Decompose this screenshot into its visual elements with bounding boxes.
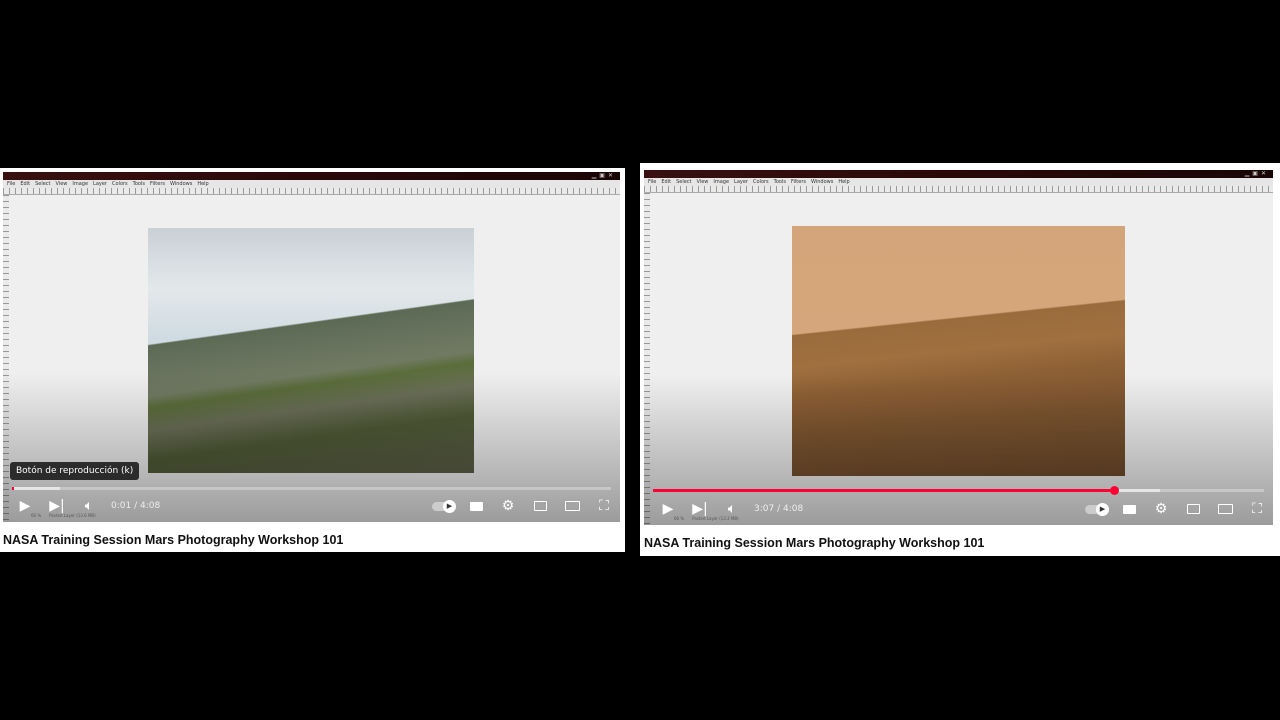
play-button[interactable]: ▶: [652, 497, 684, 521]
settings-icon[interactable]: ⚙: [1145, 497, 1177, 521]
fullscreen-button[interactable]: ⛶: [1241, 497, 1273, 521]
window-buttons: ▁▣✕: [1244, 170, 1269, 177]
menu-item[interactable]: Image: [713, 178, 729, 186]
video-card-right: ▁▣✕ File Edit Select View Image Layer Colors To…: [640, 163, 1280, 556]
time-display: 3:07 / 4:08: [754, 504, 804, 514]
menu-item[interactable]: Colors: [753, 178, 769, 186]
menu-item[interactable]: View: [697, 178, 709, 186]
time-display: 0:01 / 4:08: [111, 501, 161, 511]
progress-bar[interactable]: [653, 486, 1264, 495]
video-player[interactable]: ▁▣✕ File Edit Select View Image Layer Colors To…: [644, 170, 1273, 525]
autoplay-toggle[interactable]: ▶: [432, 499, 456, 513]
video-player[interactable]: ▁▣✕ File Edit Select View Image Layer Colors To…: [3, 172, 620, 522]
menu-item[interactable]: File: [648, 178, 656, 186]
scrubber-handle[interactable]: [1109, 486, 1119, 495]
horizontal-ruler: [3, 188, 620, 195]
menu-item[interactable]: Colors: [112, 180, 128, 188]
horizontal-ruler: [644, 186, 1273, 193]
menu-item[interactable]: View: [56, 180, 68, 188]
video-card-left: ▁▣✕ File Edit Select View Image Layer Colors To…: [0, 168, 625, 552]
menu-item[interactable]: Filters: [791, 178, 806, 186]
gimp-titlebar: [644, 170, 1273, 178]
gimp-window: ▁▣✕ File Edit Select View Image Layer Colors To…: [644, 170, 1273, 525]
menu-item[interactable]: Image: [72, 180, 88, 188]
menu-item[interactable]: Layer: [734, 178, 748, 186]
next-button[interactable]: ▶|: [41, 494, 73, 518]
next-button[interactable]: ▶|: [684, 497, 716, 521]
menu-item[interactable]: Select: [35, 180, 50, 188]
menu-item[interactable]: Help: [838, 178, 849, 186]
menu-item[interactable]: Tools: [133, 180, 145, 188]
player-controls: ▶ ▶| 🔈︎ 3:07 / 4:08 ▶ ⚙ ⛶: [644, 497, 1273, 521]
player-controls: ▶ ▶| 🔈︎ 0:01 / 4:08 ▶ ⚙ ⛶: [3, 494, 620, 518]
window-buttons: ▁▣✕: [591, 172, 616, 179]
gimp-titlebar: [3, 172, 620, 180]
menu-item[interactable]: Filters: [150, 180, 165, 188]
autoplay-toggle[interactable]: ▶: [1085, 502, 1109, 516]
menu-item[interactable]: Select: [676, 178, 691, 186]
video-title[interactable]: NASA Training Session Mars Photography W…: [644, 536, 984, 550]
theater-mode-button[interactable]: [556, 494, 588, 518]
gimp-menubar: File Edit Select View Image Layer Colors Tools F…: [3, 180, 620, 188]
fullscreen-button[interactable]: ⛶: [588, 494, 620, 518]
settings-icon[interactable]: ⚙: [492, 494, 524, 518]
menu-item[interactable]: Windows: [811, 178, 833, 186]
subtitles-button[interactable]: [460, 494, 492, 518]
miniplayer-button[interactable]: [524, 494, 556, 518]
volume-button[interactable]: 🔈︎: [73, 494, 105, 518]
progress-bar[interactable]: [12, 487, 611, 490]
menu-item[interactable]: Layer: [93, 180, 107, 188]
play-tooltip: Botón de reproducción (k): [10, 462, 140, 480]
menu-item[interactable]: File: [7, 180, 15, 188]
subtitles-button[interactable]: [1113, 497, 1145, 521]
menu-item[interactable]: Help: [197, 180, 208, 188]
menu-item[interactable]: Tools: [774, 178, 786, 186]
miniplayer-button[interactable]: [1177, 497, 1209, 521]
menu-item[interactable]: Edit: [20, 180, 30, 188]
menu-item[interactable]: Windows: [170, 180, 192, 188]
video-title[interactable]: NASA Training Session Mars Photography W…: [3, 533, 343, 547]
volume-button[interactable]: 🔈︎: [716, 497, 748, 521]
menu-item[interactable]: Edit: [661, 178, 671, 186]
theater-mode-button[interactable]: [1209, 497, 1241, 521]
gimp-menubar: File Edit Select View Image Layer Colors Tools F…: [644, 178, 1273, 186]
play-button[interactable]: ▶: [9, 494, 41, 518]
